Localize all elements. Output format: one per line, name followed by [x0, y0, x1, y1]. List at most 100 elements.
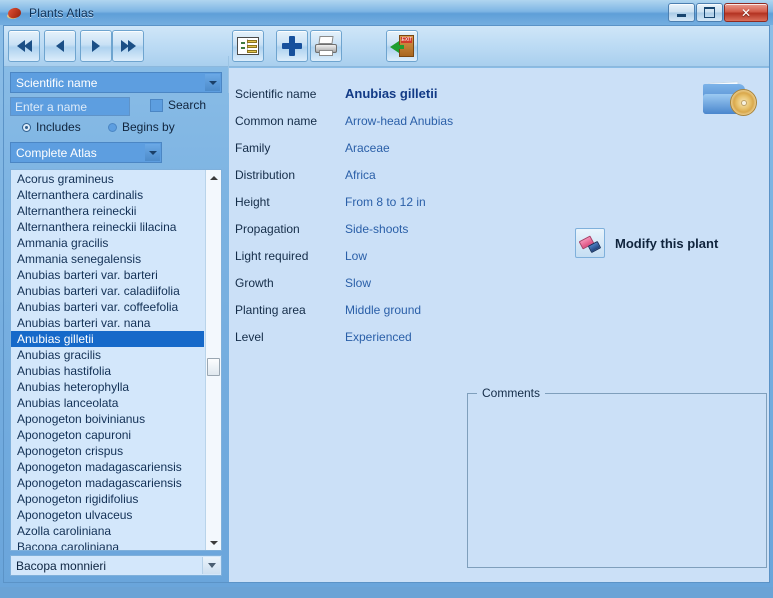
detail-label: Family — [235, 140, 271, 155]
minimize-button[interactable] — [668, 3, 695, 22]
folder-with-cd-icon[interactable] — [703, 80, 757, 122]
list-item[interactable]: Ammania gracilis — [11, 235, 204, 251]
plant-detail-panel: Scientific name Anubias gilletii Common na… — [229, 68, 769, 582]
radio-begins-by[interactable] — [108, 123, 117, 132]
atlas-scope-combo[interactable]: Complete Atlas — [10, 142, 162, 163]
double-right-arrow-icon — [120, 40, 136, 52]
comments-text — [472, 402, 762, 563]
detail-row: Propagation Side-shoots — [235, 215, 545, 242]
plus-icon — [282, 36, 302, 56]
list-view-button[interactable] — [232, 30, 264, 62]
search-input[interactable] — [10, 97, 130, 116]
plant-field-list: Scientific name Anubias gilletii Common na… — [235, 80, 545, 350]
comments-group: Comments — [467, 386, 767, 568]
right-arrow-icon — [92, 40, 100, 52]
search-row: Search — [10, 97, 222, 116]
exit-button[interactable]: EXIT — [386, 30, 418, 62]
detail-label: Growth — [235, 275, 274, 290]
detail-label: Planting area — [235, 302, 306, 317]
previous-record-button[interactable] — [44, 30, 76, 62]
next-record-button[interactable] — [80, 30, 112, 62]
maximize-icon — [704, 7, 715, 18]
detail-value: Africa — [345, 167, 376, 182]
list-item[interactable]: Alternanthera cardinalis — [11, 187, 204, 203]
detail-row: Level Experienced — [235, 323, 545, 350]
detail-value: Arrow-head Anubias — [345, 113, 454, 128]
search-panel: Scientific name Search Includes Begins b… — [4, 68, 228, 582]
detail-value: Middle ground — [345, 302, 422, 317]
close-button[interactable]: ✕ — [724, 3, 768, 22]
detail-label: Common name — [235, 113, 318, 128]
list-item[interactable]: Aponogeton ulvaceus — [11, 507, 204, 523]
list-item[interactable]: Azolla caroliniana — [11, 523, 204, 539]
plant-listbox[interactable]: Acorus gramineus Alternanthera cardinalis… — [10, 169, 222, 551]
current-plant-combo[interactable]: Bacopa monnieri — [10, 555, 222, 576]
detail-label: Height — [235, 194, 270, 209]
detail-value: From 8 to 12 in — [345, 194, 426, 209]
list-item[interactable]: Bacopa caroliniana — [11, 539, 204, 550]
list-item[interactable]: Anubias barteri var. barteri — [11, 267, 204, 283]
first-record-button[interactable] — [8, 30, 40, 62]
search-field-combo-value: Scientific name — [16, 75, 98, 90]
exit-door-icon: EXIT — [390, 35, 414, 57]
chevron-down-icon[interactable] — [145, 144, 160, 161]
list-item[interactable]: Acorus gramineus — [11, 171, 204, 187]
window-controls: ✕ — [668, 3, 768, 22]
scroll-up-button[interactable] — [206, 170, 221, 185]
detail-row: Scientific name Anubias gilletii — [235, 80, 545, 107]
list-item[interactable]: Anubias barteri var. nana — [11, 315, 204, 331]
list-item[interactable]: Anubias hastifolia — [11, 363, 204, 379]
list-scrollbar[interactable] — [205, 170, 221, 550]
detail-value: Anubias gilletii — [345, 86, 438, 101]
list-item[interactable]: Aponogeton boivinianus — [11, 411, 204, 427]
detail-label: Level — [235, 329, 264, 344]
current-plant-combo-value: Bacopa monnieri — [16, 558, 107, 573]
chevron-down-icon[interactable] — [205, 74, 220, 91]
radio-begins-by-label: Begins by — [122, 120, 175, 134]
search-field-combo[interactable]: Scientific name — [10, 72, 222, 93]
list-database-icon — [237, 37, 259, 55]
list-item[interactable]: Anubias heterophylla — [11, 379, 204, 395]
detail-row: Light required Low — [235, 242, 545, 269]
detail-label: Distribution — [235, 167, 296, 182]
add-plant-button[interactable] — [276, 30, 308, 62]
minimize-icon — [677, 13, 686, 17]
scroll-down-button[interactable] — [206, 535, 221, 550]
list-item[interactable]: Alternanthera reineckii lilacina — [11, 219, 204, 235]
list-item[interactable]: Ammania senegalensis — [11, 251, 204, 267]
list-item[interactable]: Anubias barteri var. caladiifolia — [11, 283, 204, 299]
list-item[interactable]: Aponogeton capuroni — [11, 427, 204, 443]
detail-row: Distribution Africa — [235, 161, 545, 188]
last-record-button[interactable] — [112, 30, 144, 62]
detail-value: Experienced — [345, 329, 412, 344]
shell-icon — [7, 5, 23, 21]
maximize-button[interactable] — [696, 3, 723, 22]
radio-includes[interactable] — [22, 123, 31, 132]
list-item[interactable]: Anubias gilletii — [11, 331, 204, 347]
list-item[interactable]: Aponogeton rigidifolius — [11, 491, 204, 507]
detail-value: Low — [345, 248, 368, 263]
detail-label: Scientific name — [235, 86, 317, 101]
detail-row: Growth Slow — [235, 269, 545, 296]
list-item[interactable]: Anubias gracilis — [11, 347, 204, 363]
list-item[interactable]: Aponogeton madagascariensis — [11, 475, 204, 491]
detail-label: Light required — [235, 248, 309, 263]
print-button[interactable] — [310, 30, 342, 62]
list-item[interactable]: Alternanthera reineckii — [11, 203, 204, 219]
detail-row: Common name Arrow-head Anubias — [235, 107, 545, 134]
list-item[interactable]: Aponogeton madagascariensis — [11, 459, 204, 475]
list-item[interactable]: Anubias lanceolata — [11, 395, 204, 411]
modify-plant-button[interactable]: Modify this plant — [575, 228, 718, 258]
double-left-arrow-icon — [16, 40, 32, 52]
detail-value: Araceae — [345, 140, 390, 155]
chevron-up-icon — [209, 175, 218, 180]
chevron-down-icon[interactable] — [202, 557, 220, 574]
application-window: Plants Atlas ✕ EXIT Scientific name Ente… — [0, 0, 773, 587]
radio-includes-label: Includes — [36, 120, 81, 134]
left-arrow-icon — [56, 40, 64, 52]
list-item[interactable]: Aponogeton crispus — [11, 443, 204, 459]
list-item[interactable]: Anubias barteri var. coffeefolia — [11, 299, 204, 315]
search-checkbox[interactable] — [150, 99, 163, 112]
comments-title: Comments — [477, 386, 546, 400]
scrollbar-thumb[interactable] — [207, 358, 220, 376]
